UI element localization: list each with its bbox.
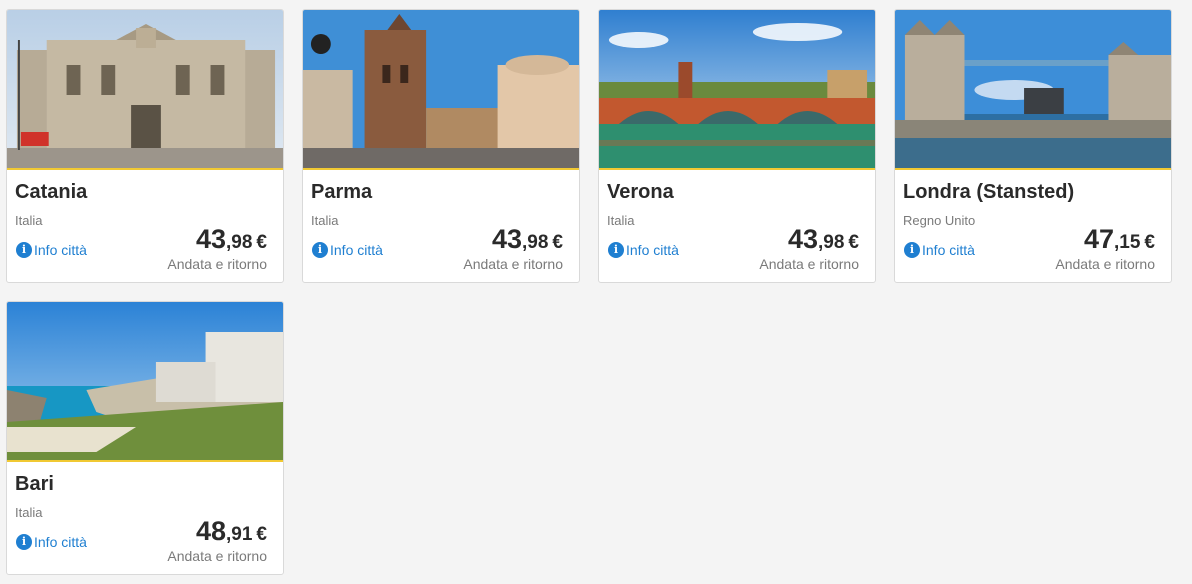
- currency: €: [256, 232, 267, 253]
- destination-card-verona[interactable]: Verona Italia i Info città 43,98 € Andata…: [598, 9, 876, 283]
- price-decimal: ,98: [522, 232, 549, 253]
- price-decimal: ,98: [818, 232, 845, 253]
- accent-bar: [303, 168, 579, 170]
- destination-card-bari[interactable]: Bari Italia i Info città 48,91 € Andata e…: [6, 301, 284, 575]
- destination-card-parma[interactable]: Parma Italia i Info città 43,98 € Andata …: [302, 9, 580, 283]
- currency: €: [256, 524, 267, 545]
- price: 43,98 €: [788, 224, 859, 255]
- country-name: Regno Unito: [903, 213, 976, 228]
- info-citta-link[interactable]: i Info città: [16, 534, 87, 550]
- city-name: Verona: [607, 181, 674, 203]
- info-label: Info città: [34, 534, 87, 550]
- destination-photo: [895, 10, 1171, 168]
- destination-photo: [303, 10, 579, 168]
- info-label: Info città: [626, 242, 679, 258]
- destination-card-catania[interactable]: Catania Italia i Info città 43,98 € Andat…: [6, 9, 284, 283]
- price-integer: 48: [195, 516, 226, 546]
- price: 48,91 €: [196, 516, 267, 547]
- info-circle-icon: i: [312, 242, 328, 258]
- trip-type: Andata e ritorno: [1055, 256, 1155, 272]
- price-integer: 43: [787, 224, 818, 254]
- accent-bar: [7, 168, 283, 170]
- info-citta-link[interactable]: i Info città: [312, 242, 383, 258]
- info-label: Info città: [922, 242, 975, 258]
- info-circle-icon: i: [904, 242, 920, 258]
- city-name: Bari: [15, 473, 54, 495]
- accent-bar: [7, 460, 283, 462]
- destination-grid: Catania Italia i Info città 43,98 € Andat…: [0, 0, 1192, 584]
- price: 47,15 €: [1084, 224, 1155, 255]
- currency: €: [1144, 232, 1155, 253]
- currency: €: [848, 232, 859, 253]
- price: 43,98 €: [492, 224, 563, 255]
- price-decimal: ,98: [226, 232, 253, 253]
- trip-type: Andata e ritorno: [167, 256, 267, 272]
- info-circle-icon: i: [608, 242, 624, 258]
- destination-card-londra[interactable]: Londra (Stansted) Regno Unito i Info cit…: [894, 9, 1172, 283]
- price-decimal: ,91: [226, 524, 253, 545]
- accent-bar: [599, 168, 875, 170]
- price-decimal: ,15: [1114, 232, 1141, 253]
- accent-bar: [895, 168, 1171, 170]
- info-citta-link[interactable]: i Info città: [904, 242, 975, 258]
- trip-type: Andata e ritorno: [167, 548, 267, 564]
- trip-type: Andata e ritorno: [463, 256, 563, 272]
- country-name: Italia: [15, 505, 43, 520]
- country-name: Italia: [607, 213, 635, 228]
- info-circle-icon: i: [16, 534, 32, 550]
- info-citta-link[interactable]: i Info città: [16, 242, 87, 258]
- destination-photo: [599, 10, 875, 168]
- country-name: Italia: [15, 213, 43, 228]
- price-integer: 43: [491, 224, 522, 254]
- country-name: Italia: [311, 213, 339, 228]
- currency: €: [552, 232, 563, 253]
- price: 43,98 €: [196, 224, 267, 255]
- city-name: Parma: [311, 181, 373, 203]
- info-citta-link[interactable]: i Info città: [608, 242, 679, 258]
- city-name: Catania: [15, 181, 88, 203]
- info-label: Info città: [34, 242, 87, 258]
- city-name: Londra (Stansted): [903, 181, 1075, 203]
- destination-photo: [7, 302, 283, 460]
- info-label: Info città: [330, 242, 383, 258]
- info-circle-icon: i: [16, 242, 32, 258]
- price-integer: 47: [1083, 224, 1114, 254]
- destination-photo: [7, 10, 283, 168]
- price-integer: 43: [195, 224, 226, 254]
- trip-type: Andata e ritorno: [759, 256, 859, 272]
